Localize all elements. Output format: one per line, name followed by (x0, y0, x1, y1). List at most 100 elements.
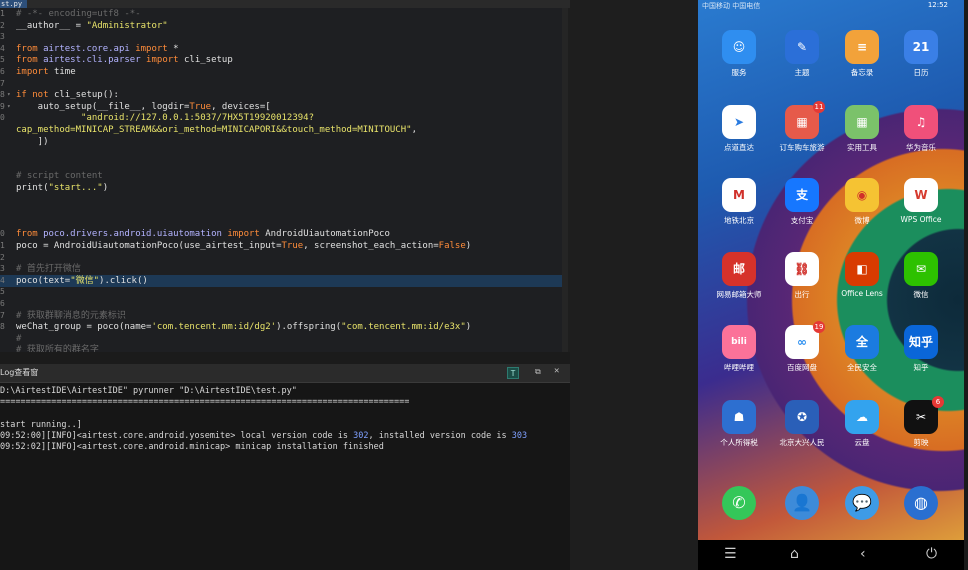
code-editor[interactable]: 1 # -*- encoding=utf8 -*- 2 __author__ = "A… (0, 8, 568, 352)
code-token: weChat_group = poco(name= (16, 322, 152, 333)
editor-scrollbar[interactable] (562, 8, 568, 352)
log-filter-button[interactable]: T (507, 367, 519, 379)
code-line[interactable]: # script content (0, 170, 568, 182)
code-token: time (53, 67, 76, 77)
app-zhihu[interactable]: 知乎 知乎 (892, 325, 950, 383)
code-line[interactable]: 0 "android://127.0.0.1:5037/7HX5T1992001… (0, 112, 568, 124)
code-line[interactable]: 5 from airtest.cli.parser import cli_setu… (0, 54, 568, 66)
app-train[interactable]: ▦ 11 订车购车旅游 (773, 101, 831, 163)
code-line[interactable] (0, 217, 568, 229)
app-bilibili[interactable]: bili 哔哩哔哩 (710, 325, 768, 383)
restore-icon[interactable]: ⧉ (535, 367, 541, 377)
app-label: 订车购车旅游 (779, 143, 825, 152)
code-line[interactable]: 2 (0, 252, 568, 264)
app-label: Office Lens (841, 289, 883, 298)
app-trip[interactable]: ⛓ 出行 (773, 252, 831, 310)
code-line[interactable]: 8 ▾ if not cli_setup(): (0, 89, 568, 101)
app-post[interactable]: 邮网易邮箱大师 (710, 252, 768, 310)
app-service[interactable]: ☺ 服务 (710, 30, 768, 88)
code-token: if not (16, 90, 54, 101)
code-line[interactable] (0, 147, 568, 159)
code-line[interactable]: cap_method=MINICAP_STREAM&&ori_method=MI… (0, 124, 568, 136)
app-memo-icon: ≡ (845, 30, 879, 64)
code-line[interactable] (0, 159, 568, 171)
app-wechat[interactable]: ✉ 微信 (892, 252, 950, 310)
notification-badge: 19 (813, 321, 825, 333)
log-line: 09:52:02][INFO]<airtest.core.android.min… (0, 442, 570, 453)
fold-icon[interactable]: ▾ (7, 101, 11, 113)
app-calendar[interactable]: 21 日历 (892, 30, 950, 88)
code-token: # -*- encoding=utf8 -*- (16, 9, 141, 19)
code-line[interactable] (0, 194, 568, 206)
app-direct[interactable]: ➤ 点道直达 (710, 105, 768, 163)
code-line[interactable]: 7 # 获取群聊消息的元素标识 (0, 310, 568, 322)
panel-divider[interactable] (0, 352, 570, 364)
code-line[interactable]: 4 poco(text="微信").click() (0, 274, 568, 287)
tab-test-py[interactable]: st.py (0, 0, 27, 8)
code-line[interactable]: # 获取所有的群名字 (0, 344, 568, 352)
app-antifraud[interactable]: ☗ 个人所得税 (710, 400, 768, 458)
code-line[interactable]: 4 from airtest.core.api import * (0, 43, 568, 55)
code-token: cli_setup(): (53, 90, 119, 101)
menu-icon[interactable]: ☰ (724, 546, 737, 562)
code-line[interactable]: 5 (0, 286, 568, 298)
app-antifraud-icon: ☗ (722, 400, 756, 434)
code-line[interactable]: ]) (0, 136, 568, 148)
app-weibo-icon: ◉ (845, 178, 879, 212)
code-line[interactable]: print("start...") (0, 182, 568, 194)
app-wps[interactable]: W WPS Office (892, 178, 950, 236)
app-calendar-icon: 21 (904, 30, 938, 64)
app-capcut[interactable]: ✂ 6 剪映 (892, 396, 950, 458)
back-icon[interactable]: ‹ (860, 546, 866, 562)
code-text: from airtest.core.api import * (16, 43, 179, 55)
app-alipay[interactable]: 支支付宝 (773, 178, 831, 236)
app-bilibili-icon: bili (722, 325, 756, 359)
log-line: start running..] (0, 420, 570, 431)
fold-icon[interactable]: ▾ (7, 89, 11, 101)
app-metro[interactable]: M 地铁北京 (710, 178, 768, 236)
code-line[interactable]: 6 (0, 298, 568, 310)
dock-messages-icon[interactable]: 💬 (845, 486, 879, 520)
code-line[interactable]: 9 ▾ auto_setup(__file__, logdir=True, dev… (0, 101, 568, 113)
code-line[interactable] (0, 205, 568, 217)
code-line[interactable]: 6 import time (0, 66, 568, 78)
app-label: 知乎 (913, 363, 929, 372)
code-line[interactable]: 3 # 首先打开微信 (0, 263, 568, 275)
app-tools[interactable]: ▦ 实用工具 (833, 105, 891, 163)
home-icon[interactable]: ⌂ (790, 546, 799, 562)
app-police[interactable]: ✪ 北京大兴人民 (773, 400, 831, 458)
code-token: cap_method=MINICAP_STREAM&&ori_method=MI… (16, 125, 412, 135)
app-weibo[interactable]: ◉ 微博 (833, 178, 891, 236)
code-line[interactable]: 1 poco = AndroidUiautomationPoco(use_airt… (0, 240, 568, 252)
code-line[interactable]: 8 weChat_group = poco(name='com.tencent.m… (0, 321, 568, 333)
app-music[interactable]: ♫ 华为音乐 (892, 105, 950, 163)
app-label: 服务 (731, 68, 747, 77)
log-token: 303 (511, 430, 528, 441)
close-icon[interactable]: ✕ (554, 366, 559, 376)
app-memo[interactable]: ≡ 备忘录 (833, 30, 891, 88)
power-icon[interactable]: ⏻ (926, 546, 937, 562)
code-line[interactable]: 3 (0, 31, 568, 43)
app-quanmian[interactable]: 全全民安全 (833, 325, 891, 383)
code-line[interactable]: 0 from poco.drivers.android.uiautomation … (0, 228, 568, 240)
app-label: 微信 (913, 290, 929, 299)
line-number: 3 (0, 264, 5, 274)
status-bar: 中国移动 中国电信 12:52 (698, 0, 968, 10)
app-baidu-disk[interactable]: ∞ 19 百度网盘 (773, 321, 831, 383)
code-text: # -*- encoding=utf8 -*- (16, 8, 141, 20)
code-line[interactable]: 7 (0, 78, 568, 90)
code-token: ) (102, 183, 109, 193)
code-line[interactable]: # (0, 333, 568, 345)
app-label: 主题 (794, 68, 810, 77)
dock-browser-icon[interactable]: ◍ (904, 486, 938, 520)
app-cloud[interactable]: ☁ 云盘 (833, 400, 891, 458)
code-text: # (16, 333, 21, 345)
app-theme[interactable]: ✎ 主题 (773, 30, 831, 88)
code-line[interactable]: 1 # -*- encoding=utf8 -*- (0, 8, 568, 20)
app-office-lens[interactable]: ◧ Office Lens (833, 252, 891, 310)
phone-mirror[interactable]: 中国移动 中国电信 12:52 ☺ 服务 ✎ 主题 ≡ 备忘录 21 日历 ➤ 点道直达 ▦ 11 订车… (698, 0, 968, 570)
line-number: 2 (0, 20, 5, 30)
code-line[interactable]: 2 __author__ = "Administrator" (0, 20, 568, 32)
dock-contacts-icon[interactable]: 👤 (785, 486, 819, 520)
dock-phone-icon[interactable]: ✆ (722, 486, 756, 520)
